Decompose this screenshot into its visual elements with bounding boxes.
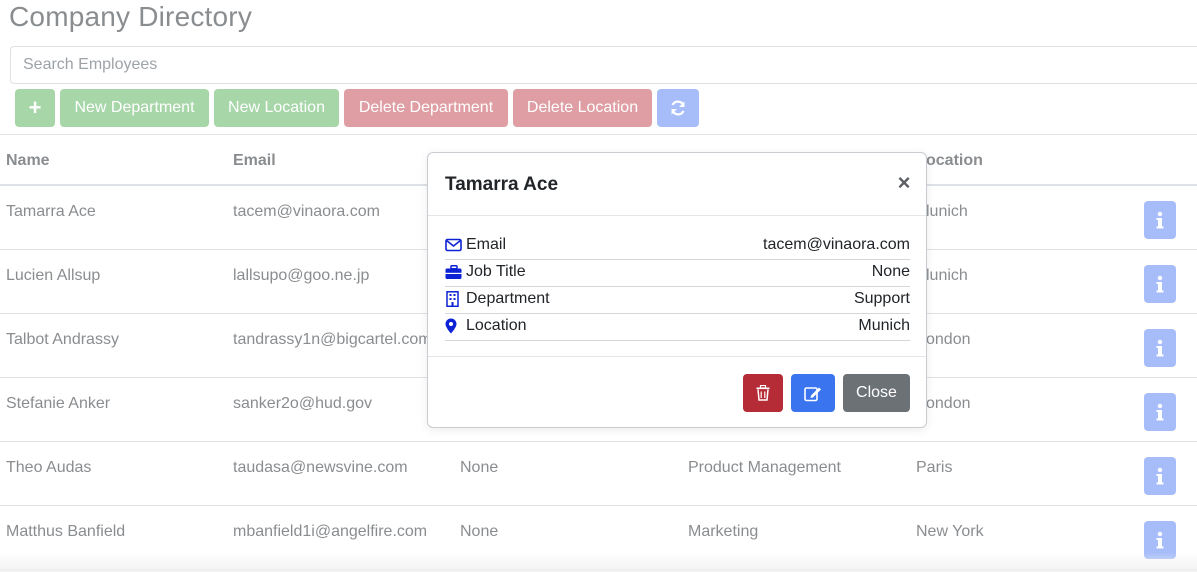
trash-icon — [756, 385, 770, 401]
detail-value: tacem@vinaora.com — [763, 236, 910, 253]
envelope-icon — [445, 238, 462, 252]
building-icon — [446, 291, 459, 307]
modal-footer: Close — [428, 356, 926, 427]
map-marker-icon — [445, 318, 457, 334]
modal-title: Tamarra Ace — [445, 174, 559, 195]
detail-label: Job Title — [466, 263, 526, 280]
detail-label: Email — [466, 236, 507, 253]
detail-value: Support — [853, 290, 910, 307]
edit-employee-button[interactable] — [791, 374, 835, 412]
detail-row-email: Email tacem@vinaora.com — [445, 233, 910, 260]
briefcase-icon — [445, 264, 462, 279]
detail-value: Munich — [858, 317, 910, 334]
detail-label: Location — [466, 317, 527, 334]
modal-header: Tamarra Ace × — [428, 153, 926, 216]
detail-row-location: Location Munich — [445, 314, 910, 341]
detail-label: Department — [466, 290, 550, 307]
close-button[interactable]: Close — [843, 374, 910, 412]
detail-value: None — [871, 263, 910, 280]
employee-details-modal: Tamarra Ace × Email tacem@vinaora.com Jo… — [427, 152, 927, 428]
close-icon[interactable]: × — [894, 171, 914, 195]
detail-row-job-title: Job Title None — [445, 260, 910, 287]
edit-icon — [804, 386, 821, 401]
delete-employee-button[interactable] — [743, 374, 783, 412]
detail-row-department: Department Support — [445, 287, 910, 314]
company-directory-page: Company Directory + New Department New L… — [0, 0, 1197, 572]
